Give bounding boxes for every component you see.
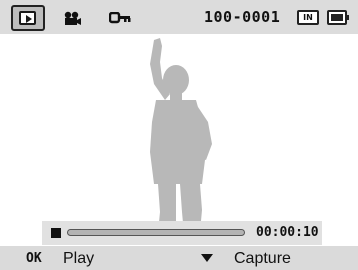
elapsed-time: 00:00:10: [256, 225, 319, 240]
protect-key-icon: [109, 12, 131, 24]
child-silhouette: [144, 38, 212, 244]
playback-progress-strip: 00:00:10: [42, 221, 322, 245]
movie-camera-icon: [64, 11, 81, 25]
playback-icon-frame: [19, 11, 36, 25]
battery-tip: [347, 15, 349, 20]
file-number: 100-0001: [204, 8, 281, 26]
down-arrow-icon[interactable]: [201, 254, 213, 262]
top-status-bar: 100-0001 IN: [0, 0, 358, 34]
capture-action-label: Capture: [234, 250, 291, 267]
battery-icon: [327, 10, 349, 25]
camera-playback-screen: 100-0001 IN 00:00:10 OK Play Capture: [0, 0, 358, 270]
bottom-guide-bar: OK Play Capture: [0, 246, 358, 270]
stop-icon[interactable]: [51, 228, 61, 238]
progress-bar[interactable]: [67, 229, 245, 236]
video-preview-image: [0, 34, 358, 246]
ok-key-label[interactable]: OK: [26, 250, 42, 267]
play-action-label: Play: [63, 250, 95, 267]
play-triangle-icon: [26, 15, 32, 23]
internal-memory-icon: IN: [297, 10, 319, 25]
battery-level: [331, 14, 343, 21]
playback-mode-icon[interactable]: [11, 5, 45, 31]
